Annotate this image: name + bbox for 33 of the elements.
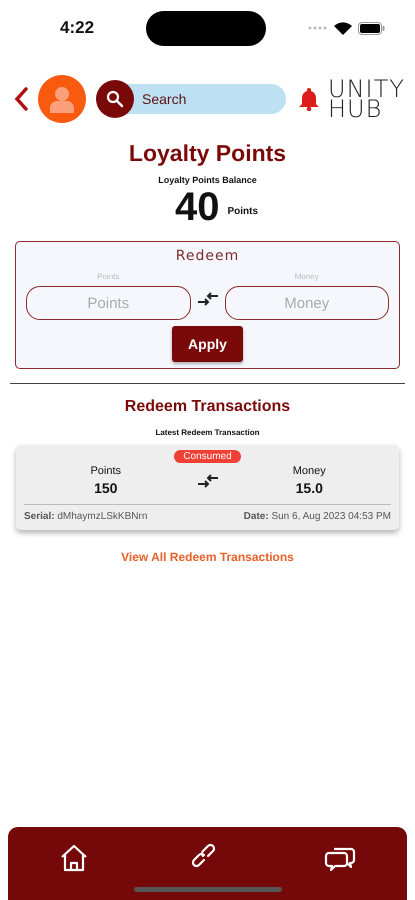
search-icon <box>106 90 124 108</box>
wifi-icon <box>334 22 352 34</box>
section-subtitle: Latest Redeem Transaction <box>154 428 261 437</box>
points-value: 150 <box>94 480 118 496</box>
person-icon <box>49 85 75 113</box>
balance-value: 40 <box>174 185 220 229</box>
field-label: Money <box>294 272 319 281</box>
money-value: 15.0 <box>296 480 323 496</box>
money-label: Money <box>292 465 326 477</box>
input-field[interactable]: Money <box>224 286 389 320</box>
serial-text: Serial: dMhaymzLSkKBNrn <box>24 511 148 522</box>
field-label: Points <box>97 272 120 281</box>
avatar[interactable] <box>38 75 86 123</box>
back-icon[interactable] <box>14 87 28 111</box>
status-time: 4:22 <box>60 18 96 38</box>
search-button[interactable] <box>96 80 134 118</box>
bell-icon[interactable] <box>298 87 320 111</box>
balance-unit: Points <box>227 206 258 216</box>
redeem-title: Redeem <box>176 248 240 264</box>
date-text: Date: Sun 6, Aug 2023 04:53 PM <box>244 511 391 522</box>
apply-button[interactable]: Apply <box>172 326 243 362</box>
signal-icon <box>308 26 328 30</box>
points-label: Points <box>90 465 122 477</box>
input-field[interactable]: Points <box>26 286 190 320</box>
balance-label: Loyalty Points Balance <box>157 175 258 185</box>
section-title: Redeem Transactions <box>124 398 292 416</box>
page-title: Loyalty Points <box>128 140 288 167</box>
exchange-icon <box>196 472 218 488</box>
logo-text: UNITY <box>328 79 405 99</box>
battery-icon <box>358 22 385 34</box>
exchange-icon <box>196 291 218 307</box>
logo-text: HUB <box>328 99 382 119</box>
status-badge: Consumed <box>174 450 241 463</box>
